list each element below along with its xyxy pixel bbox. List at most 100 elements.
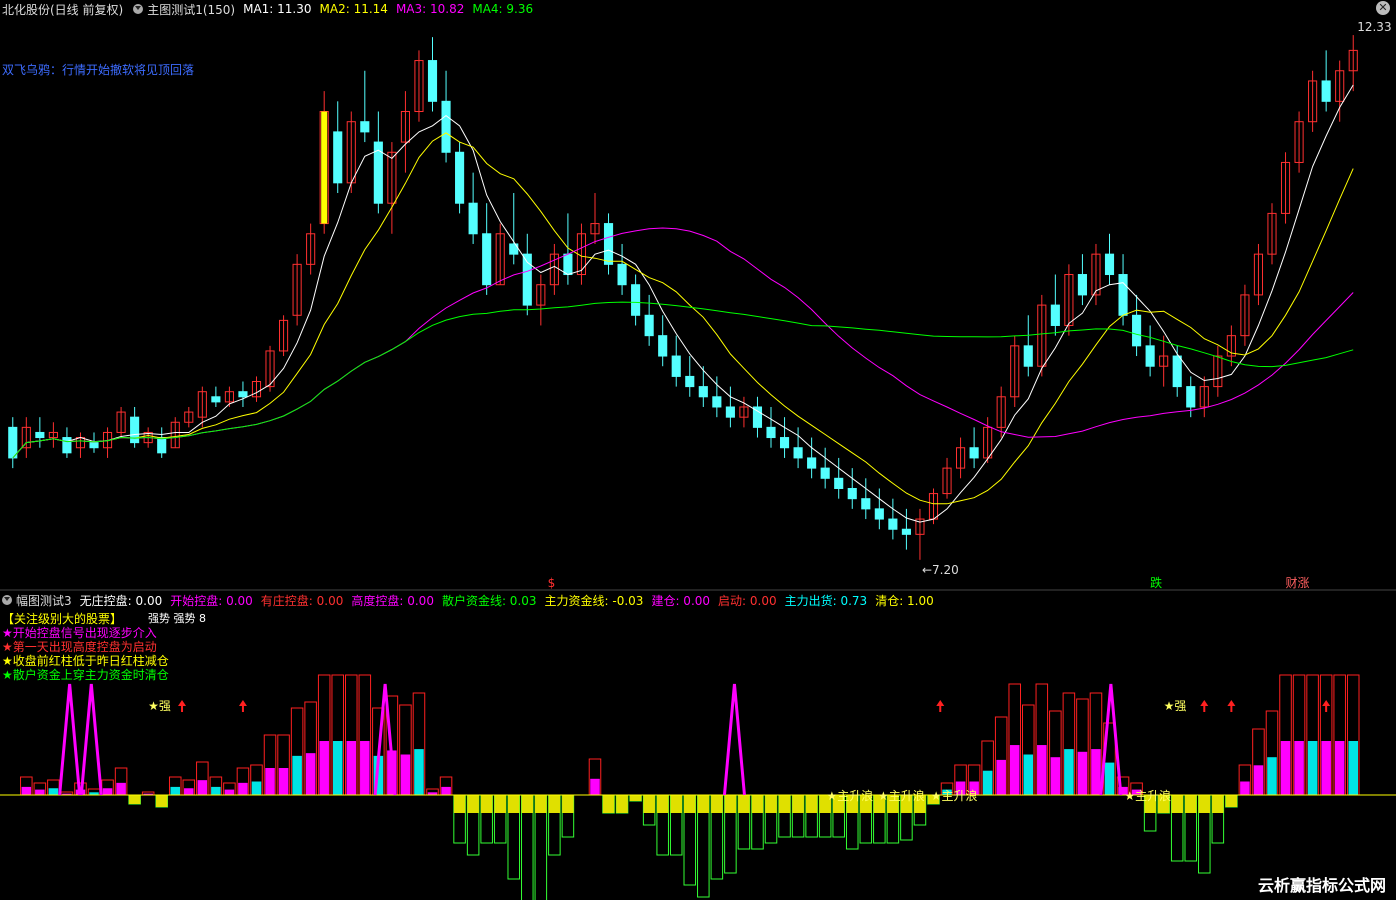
sub-value-9: 清仓: 1.00 [875,593,934,608]
ma3-label: MA3: 10.82 [395,2,465,16]
candle-body [1186,386,1196,408]
sub-bar-fill [1091,749,1101,795]
watermark: 云析赢指标公式网 [1257,876,1386,895]
sub-bar-yellow [765,795,777,813]
sub-bar-yellow [521,795,534,813]
candle-body [468,202,478,235]
sub-bar-fill [21,786,32,795]
sub-bar-yellow [467,795,479,813]
sub-bar-fill [1104,762,1115,795]
sub-bar-fill [224,789,235,795]
candle-body [1172,355,1182,388]
signal-text: ★强 [1164,699,1187,713]
candle-body [1132,314,1142,347]
sub-bar-fill [1050,757,1061,795]
sub-indicator-name[interactable]: 幅图测试3 [16,592,72,609]
sub-bar-yellow [792,795,804,813]
sub-bar-fill [332,741,343,795]
sub-bar-yellow [629,795,642,801]
sub-bar-fill [982,770,993,795]
sub-value-6: 建仓: 0.00 [651,593,711,608]
sub-bar-fill [414,749,424,795]
sub-bar-fill [170,786,181,795]
sub-bar-yellow [155,795,168,807]
sub-bar-fill [1240,781,1250,795]
close-icon[interactable]: ✕ [1376,1,1390,15]
sub-bar-fill [1037,745,1047,795]
candle-body [779,437,790,449]
legend-line-1: ★开始控盘信号出现逐步介入 [2,626,157,640]
candle-body [35,431,45,439]
sub-bar-fill [360,741,370,795]
candle-body [1050,304,1060,326]
sub-value-4: 散户资金线: 0.03 [441,593,537,608]
up-arrow-icon [936,700,945,712]
sub-bar-yellow [751,795,764,813]
candle-body [847,487,857,500]
sub-bar-yellow [643,795,655,813]
sub-bar-yellow [616,795,628,813]
sub-bar-fill [305,753,316,795]
sub-bar-yellow [548,795,561,813]
sub-bar-fill [1280,741,1291,795]
sub-header: 幅图测试3 无庄控盘: 0.00 开始控盘: 0.00 有庄控盘: 0.00 高度控盘… [0,591,1396,609]
dropdown-icon[interactable] [2,595,12,605]
candle-body [482,233,492,286]
sub-bar-fill [48,788,59,795]
sub-indicator-values: 无庄控盘: 0.00 开始控盘: 0.00 有庄控盘: 0.00 高度控盘: 0.00… [80,592,942,609]
dropdown-icon[interactable] [133,4,144,14]
sub-bar-fill [1294,741,1304,795]
sub-value-7: 启动: 0.00 [718,593,777,608]
candle-body [888,518,898,530]
up-arrow-icon [178,700,187,712]
event-label: 跌 [1150,575,1162,590]
legend-extra: 强势 强势 8 [148,612,206,625]
candle-body [1077,274,1087,296]
candle-body [793,447,803,459]
candle-body [333,131,343,184]
sub-value-2: 有庄控盘: 0.00 [260,593,344,608]
candle-body [617,263,627,286]
candle-body [1104,253,1115,276]
sub-bar-yellow [1171,795,1183,813]
candle-body [671,355,681,377]
sub-bar-yellow [480,795,493,813]
candle-body [834,477,844,489]
candle-body [563,253,573,276]
sub-bar-yellow [778,795,791,813]
low-price-label: ←7.20 [922,563,959,577]
up-arrow-icon [238,700,247,712]
spike-signal [722,683,746,796]
sub-bar-fill [1064,749,1074,795]
sub-bar-yellow [1212,795,1224,813]
candle-body [130,416,140,444]
candle-body [685,375,695,388]
ma4-line [12,301,1354,459]
candle-body [807,457,817,469]
indicator-name[interactable]: 主图测试1(150) [147,1,235,18]
spike-signal [79,683,103,796]
candle-body [644,314,654,337]
sub-bar-fill [211,786,221,795]
candle-body [8,426,18,459]
main-chart-area: 12.33 ←7.20 $ 跌 财涨 [8,20,1392,590]
sub-bar-yellow [507,795,520,813]
spike-signal [373,683,397,796]
signal-bar [321,111,328,224]
main-note: 双飞乌鸦：行情开始撤软将见顶回落 [2,63,195,77]
event-label: $ [548,576,556,590]
sub-bar-fill [1267,757,1277,795]
sub-bar-yellow [711,795,723,813]
sub-value-5: 主力资金线: -0.03 [544,593,644,608]
sub-bar-yellow [805,795,818,813]
sub-bar-yellow [656,795,669,813]
sub-bar-yellow [602,795,615,813]
ma4-label: MA4: 9.36 [472,2,534,16]
sub-value-8: 主力出货: 0.73 [784,593,868,608]
sub-bar-fill [292,755,302,795]
sub-bar-fill [319,741,329,795]
candle-body [874,508,884,520]
sub-bar-fill [1253,765,1264,795]
sub-bar-fill [35,789,45,795]
candle-body [603,223,614,265]
